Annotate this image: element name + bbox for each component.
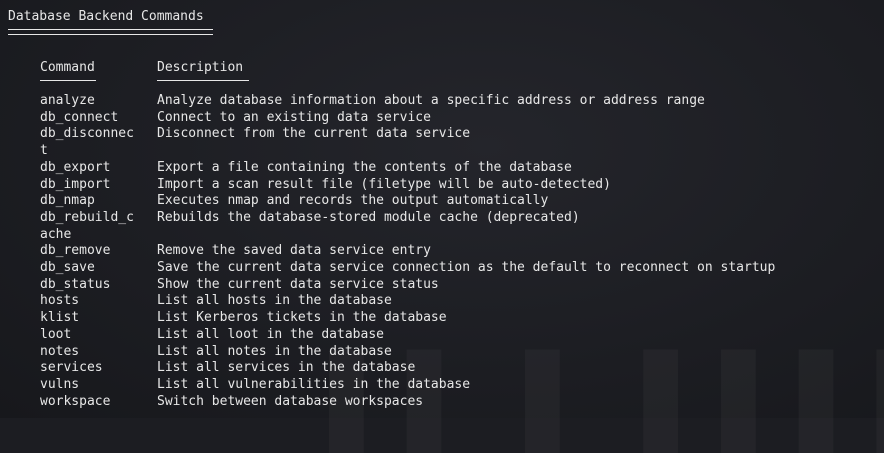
command-description: Show the current data service status [157, 276, 439, 292]
command-name: db_nmap [40, 193, 95, 209]
table-row: vulns List all vulnerabilities in the dat… [40, 377, 880, 394]
command-name: klist [40, 310, 80, 326]
command-name: db_save [40, 260, 95, 276]
terminal-window[interactable]: ▌▌ ▌ ▌▌▌▌ Database Backend Commands Comm… [0, 0, 884, 418]
command-name: notes [40, 343, 80, 359]
command-name: db_export [40, 159, 111, 175]
title-underline [8, 29, 213, 35]
command-description: Rebuilds the database-stored module cach… [157, 209, 580, 225]
command-name: vulns [40, 376, 80, 392]
command-name: db_import [40, 176, 111, 192]
command-description: Executes nmap and records the output aut… [157, 193, 549, 209]
command-description: List all services in the database [157, 360, 416, 376]
command-name: db_disconnec t [40, 126, 134, 159]
command-name: loot [40, 326, 72, 342]
table-row: db_remove Remove the saved data service e… [40, 243, 880, 260]
command-name: db_rebuild_c ache [40, 209, 134, 242]
command-description: List all vulnerabilities in the database [157, 376, 471, 392]
command-description: Export a file containing the contents of… [157, 159, 572, 175]
table-row: workspace Switch between database workspa… [40, 394, 880, 411]
table-row: db_save Save the current data service con… [40, 260, 880, 277]
column-underline-command [40, 80, 96, 81]
command-description: Import a scan result file (filetype will… [157, 176, 611, 192]
table-row: db_disconnec t Disconnect from the curren… [40, 126, 880, 159]
commands-table: analyze Analyze database information abou… [40, 93, 880, 410]
command-description: List all loot in the database [157, 326, 384, 342]
column-header-description: Description [157, 60, 244, 75]
command-description: Switch between database workspaces [157, 393, 424, 409]
command-name: workspace [40, 393, 111, 409]
column-header-command: Command [40, 60, 95, 75]
section-title: Database Backend Commands [8, 9, 204, 24]
command-name: db_remove [40, 243, 111, 259]
table-row: hosts List all hosts in the database [40, 293, 880, 310]
command-name: db_connect [40, 109, 119, 125]
table-row: loot List all loot in the database [40, 327, 880, 344]
table-row: analyze Analyze database information abou… [40, 93, 880, 110]
command-description: List all notes in the database [157, 343, 392, 359]
table-row: services List all services in the databas… [40, 360, 880, 377]
command-description: Remove the saved data service entry [157, 243, 431, 259]
table-row: db_status Show the current data service s… [40, 277, 880, 294]
command-name: hosts [40, 293, 80, 309]
command-description: List all hosts in the database [157, 293, 392, 309]
command-description: Connect to an existing data service [157, 109, 431, 125]
command-description: Disconnect from the current data service [157, 126, 471, 142]
column-underline-description [157, 80, 249, 81]
table-row: db_rebuild_c ache Rebuilds the database-s… [40, 210, 880, 243]
command-description: Analyze database information about a spe… [157, 93, 705, 108]
command-name: services [40, 360, 103, 376]
table-row: notes List all notes in the database [40, 344, 880, 361]
table-row: db_import Import a scan result file (file… [40, 177, 880, 194]
command-description: Save the current data service connection… [157, 260, 776, 276]
command-name: analyze [40, 93, 95, 108]
command-description: List Kerberos tickets in the database [157, 310, 447, 326]
table-row: db_export Export a file containing the co… [40, 160, 880, 177]
table-row: db_connect Connect to an existing data se… [40, 110, 880, 127]
table-row: klist List Kerberos tickets in the databa… [40, 310, 880, 327]
command-name: db_status [40, 276, 111, 292]
table-row: db_nmap Executes nmap and records the out… [40, 193, 880, 210]
